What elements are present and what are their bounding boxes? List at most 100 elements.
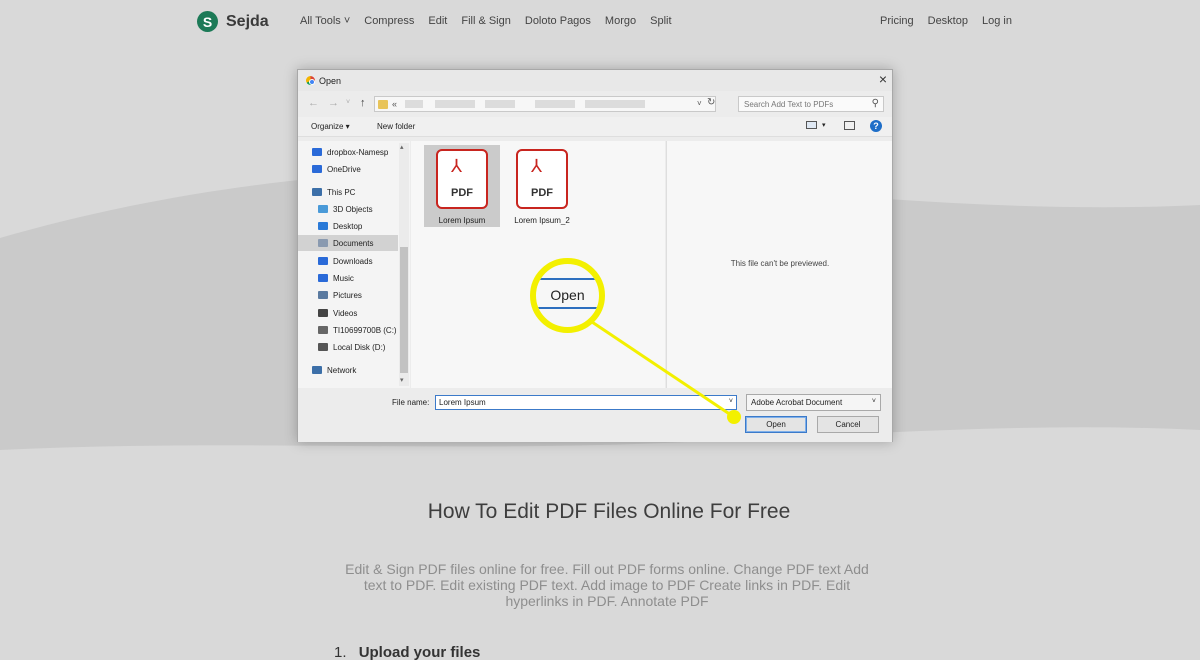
chevron-down-icon: ˅ — [871, 398, 876, 405]
computer-icon — [312, 188, 322, 196]
file-name-value: Lorem Ipsum — [439, 398, 486, 407]
nav-merge[interactable]: Morgo — [605, 15, 636, 27]
folder-icon — [378, 100, 388, 109]
nav-item-label: TI10699700B (C:) — [333, 325, 397, 335]
nav-item-label: 3D Objects — [333, 204, 373, 214]
nav-item[interactable]: Downloads — [298, 253, 398, 269]
nav-item[interactable]: Network — [298, 362, 398, 378]
nav-item[interactable]: Desktop — [298, 218, 398, 234]
preview-pane: This file can't be previewed. — [666, 141, 892, 388]
dialog-titlebar: Open × — [298, 70, 892, 91]
sejda-logo[interactable]: S Sejda — [197, 11, 269, 32]
step-number: 1. — [334, 644, 347, 660]
nav-item[interactable]: 3D Objects — [298, 201, 398, 217]
recent-dropdown-icon[interactable]: ˅ — [346, 99, 350, 106]
open-button[interactable]: Open — [745, 416, 807, 433]
file-name: Lorem Ipsum — [438, 216, 486, 225]
nav-login[interactable]: Log in — [982, 15, 1012, 27]
file-item-lorem-ipsum[interactable]: ⅄ PDF Lorem Ipsum — [424, 145, 500, 227]
cancel-button[interactable]: Cancel — [817, 416, 879, 433]
view-dropdown-icon[interactable]: ▾ — [822, 121, 826, 129]
nav-item-label: OneDrive — [327, 164, 361, 174]
organize-button[interactable]: Organize ▾ — [311, 122, 350, 131]
navigation-pane: ▴ ▾ dropbox-Namesp OneDrive This PC 3D Obje… — [298, 141, 410, 388]
scroll-up-icon[interactable]: ▴ — [400, 143, 404, 151]
drive-icon — [318, 326, 328, 334]
file-type-select[interactable]: Adobe Acrobat Document ˅ — [746, 394, 881, 411]
acrobat-icon: ⅄ — [531, 156, 542, 176]
nav-item[interactable]: This PC — [298, 184, 398, 200]
search-placeholder: Search Add Text to PDFs — [744, 100, 834, 109]
address-dropdown-icon[interactable]: ˅ — [697, 99, 702, 108]
new-folder-button[interactable]: New folder — [377, 122, 415, 131]
logo-text: Sejda — [226, 12, 269, 30]
nav-item-label: Local Disk (D:) — [333, 342, 386, 352]
nav-compress[interactable]: Compress — [364, 15, 414, 27]
pdf-file-icon: ⅄ PDF — [516, 149, 568, 209]
help-icon[interactable]: ? — [870, 120, 882, 132]
dialog-toolbar: Organize ▾ New folder ▾ ? — [298, 117, 892, 137]
nav-item[interactable]: dropbox-Namesp — [298, 144, 398, 160]
pictures-icon — [318, 291, 328, 299]
nav-item[interactable]: Pictures — [298, 287, 398, 303]
nav-item-label: Videos — [333, 308, 358, 318]
pdf-file-icon: ⅄ PDF — [436, 149, 488, 209]
pdf-icon-label: PDF — [451, 187, 473, 199]
up-arrow-icon[interactable]: ↑ — [360, 97, 366, 109]
search-box[interactable]: Search Add Text to PDFs ⚲ — [738, 96, 884, 112]
file-name-input[interactable]: Lorem Ipsum ˅ — [435, 395, 737, 410]
nav-item[interactable]: Local Disk (D:) — [298, 339, 398, 355]
address-blur — [435, 100, 475, 108]
forward-arrow-icon[interactable]: → — [328, 97, 339, 109]
nav-item-label: Desktop — [333, 221, 363, 231]
nav-item[interactable]: OneDrive — [298, 161, 398, 177]
nav-item[interactable]: Videos — [298, 305, 398, 321]
nav-item-label: Documents — [333, 238, 374, 248]
address-blur — [585, 100, 645, 108]
refresh-icon[interactable]: ↻ — [707, 97, 715, 108]
step-title: Upload your files — [358, 644, 481, 660]
callout-magnifier: Open — [530, 258, 605, 333]
nav-item-label: Downloads — [333, 256, 373, 266]
nav-right: Pricing Desktop Log in — [880, 15, 1026, 27]
scroll-thumb[interactable] — [400, 247, 408, 373]
address-chevron: « — [392, 99, 398, 109]
nav-item-label: Network — [327, 365, 357, 375]
network-icon — [312, 366, 322, 374]
file-type-value: Adobe Acrobat Document — [751, 398, 843, 407]
logo-mark-icon: S — [197, 11, 218, 32]
file-list-pane: ⅄ PDF Lorem Ipsum ⅄ PDF Lorem Ipsum_2 — [411, 141, 665, 388]
nav-item[interactable]: Documents — [298, 235, 398, 251]
nav-split[interactable]: Split — [650, 15, 671, 27]
documents-icon — [318, 239, 328, 247]
close-icon[interactable]: × — [875, 71, 891, 89]
preview-pane-icon[interactable] — [844, 121, 855, 130]
nav-item[interactable]: TI10699700B (C:) — [298, 322, 398, 338]
nav-fill-sign[interactable]: Fill & Sign — [461, 15, 511, 27]
top-navigation: S Sejda All Tools ˅ Compress Edit Fill &… — [0, 0, 1200, 44]
back-arrow-icon[interactable]: ← — [308, 97, 319, 109]
nav-item-label: Music — [333, 273, 354, 283]
address-bar[interactable]: « ˅ ↻ — [374, 96, 716, 112]
chevron-down-icon[interactable]: ˅ — [729, 398, 733, 405]
nav-desktop[interactable]: Desktop — [928, 15, 968, 27]
view-options-icon[interactable] — [806, 121, 817, 129]
nav-delete-pages[interactable]: Doloto Pagos — [525, 15, 591, 27]
nav-pricing[interactable]: Pricing — [880, 15, 914, 27]
dropbox-icon — [312, 148, 322, 156]
dialog-bottom-bar: File name: Lorem Ipsum ˅ Adobe Acrobat D… — [298, 390, 892, 442]
address-blur — [405, 100, 423, 108]
file-item-lorem-ipsum-2[interactable]: ⅄ PDF Lorem Ipsum_2 — [504, 145, 580, 227]
callout-text: Open — [550, 287, 585, 303]
scroll-down-icon[interactable]: ▾ — [400, 376, 404, 384]
dialog-title: Open — [319, 76, 342, 86]
address-row: ← → ˅ ↑ « ˅ ↻ Search Add Text to PDFs ⚲ — [298, 93, 892, 115]
nav-edit[interactable]: Edit — [428, 15, 447, 27]
cloud-icon — [312, 165, 322, 173]
nav-item[interactable]: Music — [298, 270, 398, 286]
nav-scrollbar[interactable]: ▴ ▾ — [399, 143, 409, 386]
download-icon — [318, 257, 328, 265]
disk-icon — [318, 343, 328, 351]
nav-all-tools[interactable]: All Tools ˅ — [300, 15, 350, 27]
nav-item-label: dropbox-Namesp — [327, 147, 389, 157]
